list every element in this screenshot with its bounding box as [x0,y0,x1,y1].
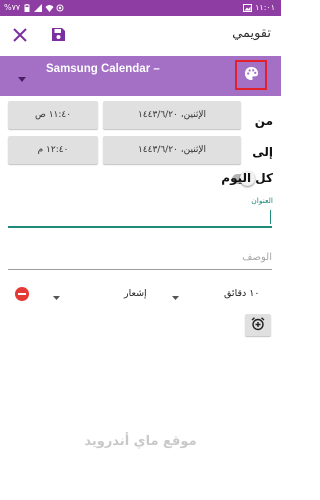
all-day-label: كل اليوم [221,171,273,185]
to-label: إلى [252,145,273,159]
status-time: ١١:٠١ [255,3,275,12]
remove-reminder-button[interactable] [15,287,29,301]
title-input[interactable] [8,206,272,228]
palette-icon [244,66,259,85]
description-input[interactable] [8,246,272,270]
title-caption: العنوان [251,196,273,205]
color-picker-button[interactable] [235,60,267,90]
add-alarm-icon [251,316,265,335]
from-date-button[interactable]: الإثنين، ١٤٤٣/٦/٢٠ [103,101,241,129]
calendar-dropdown[interactable] [14,68,30,84]
from-time-button[interactable]: ١١:٤٠ ص [8,101,98,129]
close-icon [13,27,27,46]
battery-icon [23,4,31,13]
gallery-icon [243,4,253,12]
app-bar: تقويمي [0,16,281,56]
reminder-type-value[interactable]: إشعار [124,288,147,299]
from-label: من [254,114,273,128]
close-button[interactable] [8,24,32,48]
text-cursor [270,210,271,224]
reminder-time-value[interactable]: ١٠ دقائق [224,288,259,299]
caret-down-icon [171,285,179,304]
caret-down-icon [52,285,60,304]
calendar-bar: Samsung Calendar – [0,56,281,96]
wifi-icon [45,4,54,12]
status-bar: %٧٧ ١١:٠١ [0,0,281,16]
calendar-name[interactable]: Samsung Calendar – [46,63,160,75]
reminder-time-dropdown[interactable] [170,289,180,300]
remove-icon [18,293,26,295]
add-reminder-button[interactable] [245,314,271,336]
signal-icon [34,4,43,12]
status-bar-left: %٧٧ [4,3,64,13]
notification-icon [56,4,64,12]
to-time-button[interactable]: ١٢:٤٠ م [8,136,98,164]
reminder-type-dropdown[interactable] [51,289,61,300]
to-date-button[interactable]: الإثنين، ١٤٤٣/٦/٢٠ [103,136,241,164]
app-title: تقويمي [232,26,271,41]
watermark: موقع ماي أندرويد [84,434,197,449]
save-icon [51,27,66,46]
status-bar-right: ١١:٠١ [243,3,275,13]
save-button[interactable] [46,24,70,48]
battery-percent: %٧٧ [4,3,21,12]
caret-down-icon [18,67,26,86]
